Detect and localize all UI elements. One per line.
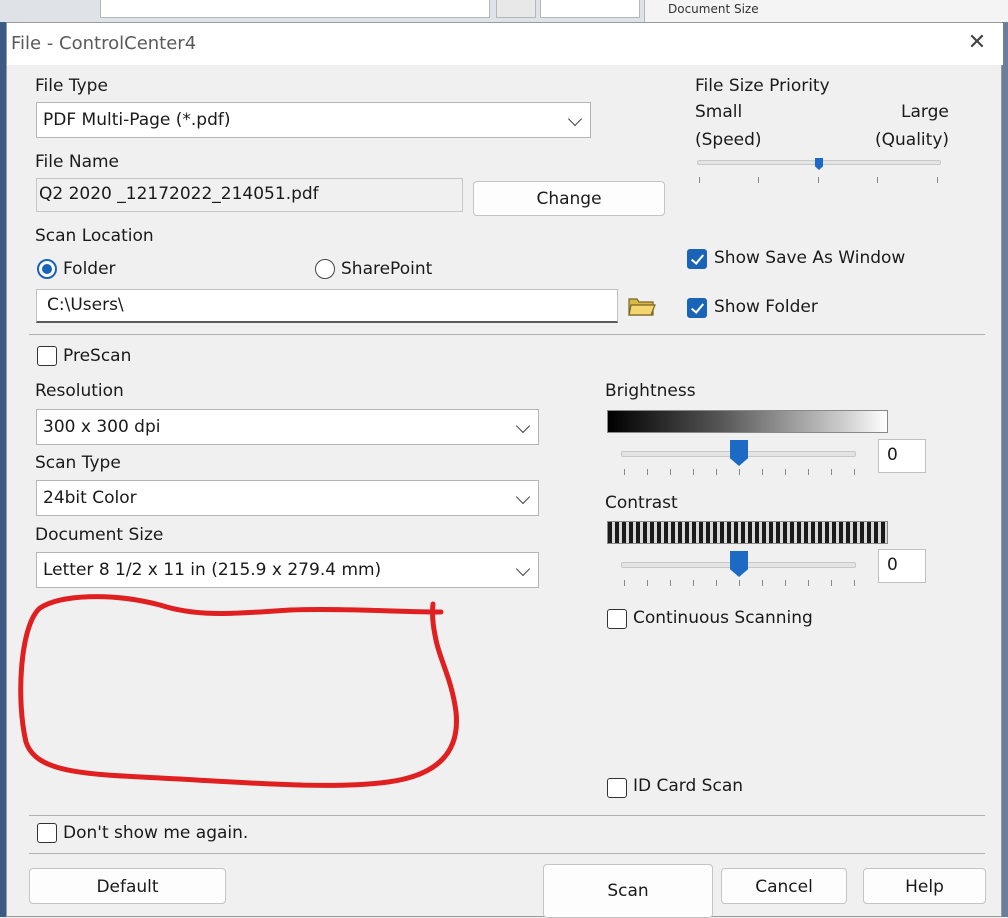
red-annotation-loop <box>18 594 459 788</box>
